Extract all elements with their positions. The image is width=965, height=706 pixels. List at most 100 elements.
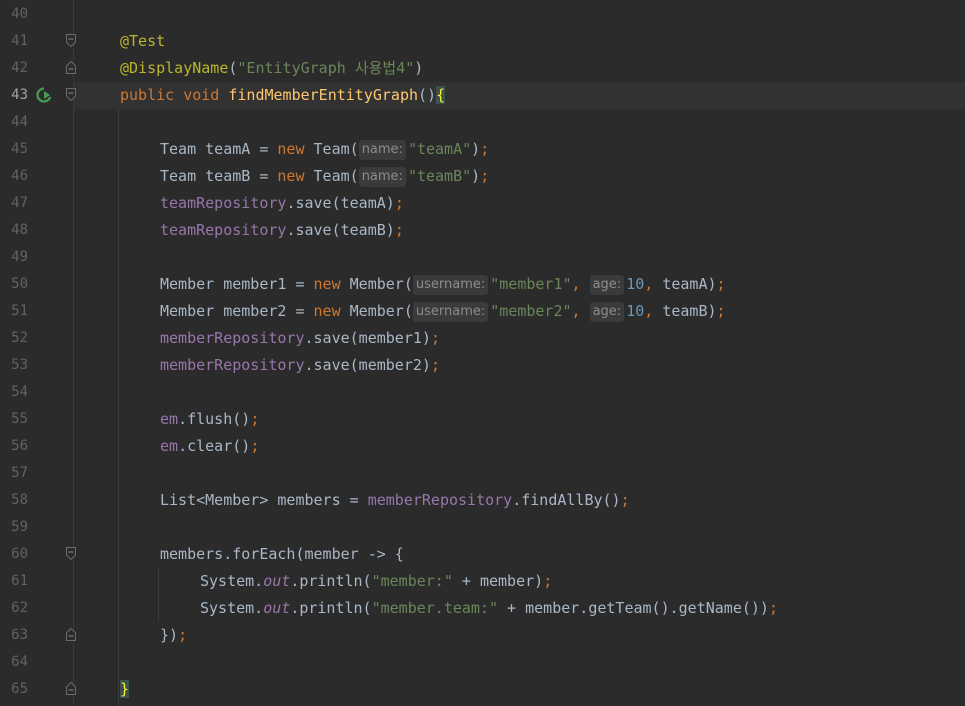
code-text[interactable]: }); — [160, 622, 187, 649]
code-text[interactable]: @DisplayName("EntityGraph 사용법4") — [120, 55, 423, 82]
line-number[interactable]: 53 — [6, 352, 28, 379]
code-text[interactable]: Team teamB = new Team(name: "teamB"); — [160, 163, 489, 190]
code-token: .save(teamA) — [286, 194, 395, 212]
field-token: em — [160, 437, 179, 455]
code-line[interactable]: 53 memberRepository.save(member2); — [0, 352, 965, 379]
code-line[interactable]: 58 List<Member> members = memberRepositor… — [0, 487, 965, 514]
code-text[interactable]: Member member1 = new Member(username: "me… — [160, 271, 726, 298]
code-text[interactable]: System.out.println("member.team:" + memb… — [200, 595, 778, 622]
line-number[interactable]: 40 — [6, 1, 28, 28]
line-number[interactable]: 42 — [6, 55, 28, 82]
code-line[interactable]: 57 — [0, 460, 965, 487]
code-line[interactable]: 50 Member member1 = new Member(username: "… — [0, 271, 965, 298]
keyword-token: , — [571, 275, 581, 293]
line-number[interactable]: 44 — [6, 109, 28, 136]
line-number[interactable]: 52 — [6, 325, 28, 352]
code-token: }) — [160, 626, 179, 644]
keyword-token: , — [571, 302, 581, 320]
line-number[interactable]: 60 — [6, 541, 28, 568]
code-token: ) — [414, 59, 424, 77]
code-line[interactable]: 59 — [0, 514, 965, 541]
line-number[interactable]: 47 — [6, 190, 28, 217]
line-number[interactable]: 64 — [6, 649, 28, 676]
fold-close-icon[interactable] — [66, 61, 76, 74]
fold-open-icon[interactable] — [66, 88, 76, 101]
code-line[interactable]: 46 Team teamB = new Team(name: "teamB"); — [0, 163, 965, 190]
line-number[interactable]: 59 — [6, 514, 28, 541]
line-number[interactable]: 45 — [6, 136, 28, 163]
run-test-icon[interactable] — [35, 86, 53, 104]
line-number[interactable]: 63 — [6, 622, 28, 649]
fold-close-icon[interactable] — [66, 682, 76, 695]
annotation-token: @DisplayName — [120, 59, 229, 77]
line-number[interactable]: 46 — [6, 163, 28, 190]
code-text[interactable]: } — [120, 676, 130, 703]
line-number[interactable]: 54 — [6, 379, 28, 406]
number-token: 10 — [626, 275, 645, 293]
code-line[interactable]: 43 public void findMemberEntityGraph(){ — [0, 82, 965, 109]
code-line[interactable]: 61 System.out.println("member:" + member)… — [0, 568, 965, 595]
code-text[interactable]: List<Member> members = memberRepository.… — [160, 487, 630, 514]
line-number[interactable]: 43 — [6, 82, 28, 109]
code-text[interactable]: members.forEach(member -> { — [160, 541, 404, 568]
code-line[interactable]: 64 — [0, 649, 965, 676]
code-line[interactable]: 45 Team teamA = new Team(name: "teamA"); — [0, 136, 965, 163]
code-token: .save(member2) — [304, 356, 431, 374]
code-line[interactable]: 41 @Test — [0, 28, 965, 55]
fold-close-icon[interactable] — [66, 628, 76, 641]
line-number[interactable]: 50 — [6, 271, 28, 298]
code-line[interactable]: 52 memberRepository.save(member1); — [0, 325, 965, 352]
line-number[interactable]: 48 — [6, 217, 28, 244]
code-line[interactable]: 63}); — [0, 622, 965, 649]
keyword-token: ; — [250, 410, 260, 428]
keyword-token: ; — [430, 329, 440, 347]
code-text[interactable]: public void findMemberEntityGraph(){ — [120, 82, 446, 109]
line-number[interactable]: 65 — [6, 676, 28, 703]
code-text[interactable]: em.clear(); — [160, 433, 259, 460]
code-text[interactable]: Member member2 = new Member(username: "me… — [160, 298, 726, 325]
string-token: "EntityGraph 사용법4" — [237, 59, 415, 77]
code-text[interactable]: teamRepository.save(teamA); — [160, 190, 404, 217]
string-token: "member:" — [371, 572, 453, 590]
code-text[interactable]: em.flush(); — [160, 406, 259, 433]
code-line[interactable]: 49 — [0, 244, 965, 271]
code-text[interactable]: memberRepository.save(member2); — [160, 352, 440, 379]
code-text[interactable]: teamRepository.save(teamB); — [160, 217, 404, 244]
code-text[interactable]: Team teamA = new Team(name: "teamA"); — [160, 136, 489, 163]
field-token: teamRepository — [160, 194, 287, 212]
code-line[interactable]: 40 — [0, 1, 965, 28]
line-number[interactable]: 61 — [6, 568, 28, 595]
line-number[interactable]: 56 — [6, 433, 28, 460]
line-number[interactable]: 41 — [6, 28, 28, 55]
line-number[interactable]: 49 — [6, 244, 28, 271]
annotation-token: @Test — [120, 32, 166, 50]
code-line[interactable]: 60 members.forEach(member -> { — [0, 541, 965, 568]
code-line[interactable]: 44 — [0, 109, 965, 136]
code-line[interactable]: 42 @DisplayName("EntityGraph 사용법4") — [0, 55, 965, 82]
fold-open-icon[interactable] — [66, 34, 76, 47]
line-number[interactable]: 62 — [6, 595, 28, 622]
code-text[interactable]: @Test — [120, 28, 165, 55]
code-editor[interactable]: 40 41 @Test 42 @DisplayName("EntityGraph 사용법… — [0, 0, 965, 706]
matched-brace: } — [120, 680, 130, 698]
field-token: out — [263, 572, 291, 590]
code-line[interactable]: 54 — [0, 379, 965, 406]
line-number[interactable]: 51 — [6, 298, 28, 325]
code-text[interactable]: memberRepository.save(member1); — [160, 325, 440, 352]
code-token: + member.getTeam().getName()) — [498, 599, 769, 617]
fold-open-icon[interactable] — [66, 547, 76, 560]
code-token: Member( — [340, 302, 413, 320]
code-line[interactable]: 62 System.out.println("member.team:" + me… — [0, 595, 965, 622]
line-number[interactable]: 55 — [6, 406, 28, 433]
line-number[interactable]: 57 — [6, 460, 28, 487]
code-line[interactable]: 56 em.clear(); — [0, 433, 965, 460]
code-line[interactable]: 55 em.flush(); — [0, 406, 965, 433]
line-number[interactable]: 58 — [6, 487, 28, 514]
code-token: + member) — [452, 572, 544, 590]
code-line[interactable]: 48 teamRepository.save(teamB); — [0, 217, 965, 244]
code-line[interactable]: 65} — [0, 676, 965, 703]
code-line[interactable]: 51 Member member2 = new Member(username: "… — [0, 298, 965, 325]
code-line[interactable]: 47 teamRepository.save(teamA); — [0, 190, 965, 217]
method-name-token: findMemberEntityGraph — [228, 86, 419, 104]
code-text[interactable]: System.out.println("member:" + member); — [200, 568, 552, 595]
